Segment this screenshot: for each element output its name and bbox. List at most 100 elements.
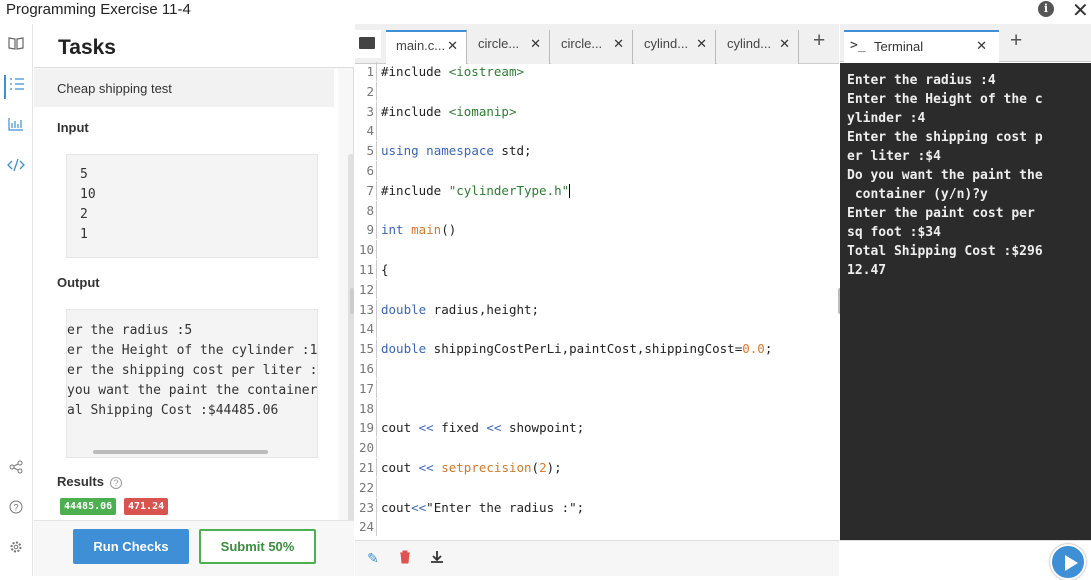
- tab-label: cylind...: [644, 36, 689, 51]
- results-help-icon[interactable]: ?: [109, 477, 122, 489]
- share-icon[interactable]: [4, 458, 28, 482]
- output-line: er the radius :5: [67, 323, 193, 338]
- terminal-line: Enter the paint cost per: [847, 206, 1035, 221]
- terminal-tab-bar: >_ Terminal ✕ +: [840, 24, 1091, 62]
- code-line: 20: [355, 438, 839, 458]
- tab-label: main.c...: [396, 38, 446, 53]
- input-line: 10: [80, 187, 96, 202]
- editor-tab-circle[interactable]: circle... ✕: [468, 30, 550, 64]
- run-play-button[interactable]: [1050, 544, 1086, 580]
- line-number: 14: [355, 319, 377, 339]
- close-icon[interactable]: ✕: [1072, 0, 1089, 23]
- tab-close-icon[interactable]: ✕: [613, 30, 624, 58]
- code-line: 8: [355, 200, 839, 220]
- code-line: 21 cout << setprecision(2);: [355, 458, 839, 477]
- output-line: er the Height of the cylinder :10: [67, 343, 318, 358]
- editor-tab-main[interactable]: main.c... ✕: [386, 30, 467, 64]
- code-line: 24: [355, 517, 839, 537]
- panel-resize-handle[interactable]: [350, 288, 354, 314]
- terminal-line: Enter the Height of the c: [847, 92, 1043, 107]
- code-line: 17: [355, 378, 839, 398]
- line-number: 7: [355, 180, 377, 200]
- help-icon[interactable]: ?: [4, 498, 28, 522]
- code-line: 19 cout << fixed << showpoint;: [355, 418, 839, 438]
- line-number: 8: [355, 200, 377, 220]
- terminal-line: er liter :$4: [847, 149, 941, 164]
- code-line: 2: [355, 81, 839, 101]
- terminal-line: Do you want the paint the: [847, 168, 1043, 183]
- result-badge-pass[interactable]: 44485.06: [60, 498, 117, 515]
- editor-footer: ✎: [355, 540, 839, 576]
- terminal-line: Enter the shipping cost p: [847, 130, 1043, 145]
- tab-close-icon[interactable]: ✕: [696, 30, 707, 58]
- code-area[interactable]: 1 #include <iostream> 2 3 #include <iomani…: [355, 62, 839, 540]
- terminal-line: ylinder :4: [847, 111, 926, 126]
- line-number: 3: [355, 101, 377, 121]
- window-title: Programming Exercise 11-4: [6, 1, 191, 18]
- line-number: 15: [355, 339, 377, 359]
- trash-icon[interactable]: [397, 550, 413, 566]
- editor-tab-circle-2[interactable]: circle... ✕: [551, 30, 633, 64]
- line-number: 18: [355, 398, 377, 418]
- code-line: 5 using namespace std;: [355, 141, 839, 161]
- tasks-panel: Tasks Cheap shipping test Input 5 10 2 1…: [34, 24, 354, 576]
- code-line: 12: [355, 279, 839, 299]
- code-line: 18: [355, 398, 839, 418]
- folder-icon: [359, 37, 375, 49]
- terminal-line: sq foot :$34: [847, 225, 941, 240]
- tab-close-icon[interactable]: ✕: [530, 30, 541, 58]
- submit-button[interactable]: Submit 50%: [199, 529, 316, 564]
- input-label: Input: [57, 120, 89, 135]
- output-box[interactable]: er the radius :5 er the Height of the cy…: [66, 309, 318, 458]
- input-line: 1: [80, 227, 88, 242]
- run-checks-button[interactable]: Run Checks: [73, 529, 189, 564]
- output-horizontal-scrollbar[interactable]: [93, 450, 268, 454]
- tab-close-icon[interactable]: ✕: [447, 32, 458, 60]
- terminal-output[interactable]: Enter the radius :4 Enter the Height of …: [840, 63, 1091, 540]
- line-number: 4: [355, 121, 377, 141]
- result-badge-fail[interactable]: 471.24: [124, 498, 169, 515]
- line-number: 1: [355, 62, 377, 81]
- add-tab-button[interactable]: +: [813, 29, 825, 53]
- tab-close-icon[interactable]: ✕: [779, 30, 790, 58]
- tab-label: cylind...: [727, 36, 772, 51]
- input-box: 5 10 2 1: [66, 154, 318, 258]
- title-bar: Programming Exercise 11-4 i ✕: [0, 0, 1091, 24]
- line-number: 16: [355, 359, 377, 378]
- terminal-tab-label: Terminal: [874, 39, 924, 54]
- settings-gear-icon[interactable]: [4, 538, 28, 562]
- terminal-close-icon[interactable]: ✕: [976, 38, 987, 54]
- code-icon[interactable]: [4, 156, 28, 180]
- code-line: 9 int main(): [355, 220, 839, 240]
- code-line: 14: [355, 319, 839, 339]
- tasks-content[interactable]: Cheap shipping test Input 5 10 2 1 Outpu…: [34, 69, 338, 520]
- code-line: 13 double radius,height;: [355, 299, 839, 319]
- info-icon[interactable]: i: [1038, 1, 1054, 17]
- terminal-prompt-icon: >_: [850, 38, 866, 53]
- tab-label: circle...: [478, 36, 520, 51]
- file-tree-toggle[interactable]: [355, 30, 381, 58]
- add-terminal-button[interactable]: +: [1010, 29, 1022, 53]
- book-icon[interactable]: [4, 34, 28, 58]
- download-icon[interactable]: [429, 550, 445, 566]
- code-line: 6: [355, 161, 839, 180]
- current-test-label: Cheap shipping test: [57, 81, 172, 96]
- input-line: 2: [80, 207, 88, 222]
- editor-tab-cylinder[interactable]: cylind... ✕: [634, 30, 716, 64]
- line-number: 10: [355, 240, 377, 260]
- code-line: 16: [355, 359, 839, 378]
- line-number: 21: [355, 458, 377, 477]
- terminal-tab[interactable]: >_ Terminal ✕: [844, 30, 999, 62]
- editor-tab-cylinder-2[interactable]: cylind... ✕: [717, 30, 799, 64]
- tasks-vertical-scrollbar[interactable]: [348, 154, 354, 534]
- pencil-icon[interactable]: ✎: [365, 550, 381, 566]
- line-number: 17: [355, 378, 377, 398]
- line-number: 11: [355, 260, 377, 279]
- code-line: 7 #include "cylinderType.h": [355, 180, 839, 200]
- chart-icon[interactable]: [4, 115, 28, 139]
- current-test[interactable]: Cheap shipping test: [34, 69, 334, 107]
- tasks-list-icon[interactable]: [4, 75, 28, 99]
- output-line: al Shipping Cost :$44485.06: [67, 403, 279, 418]
- line-number: 20: [355, 438, 377, 458]
- line-number: 23: [355, 497, 377, 517]
